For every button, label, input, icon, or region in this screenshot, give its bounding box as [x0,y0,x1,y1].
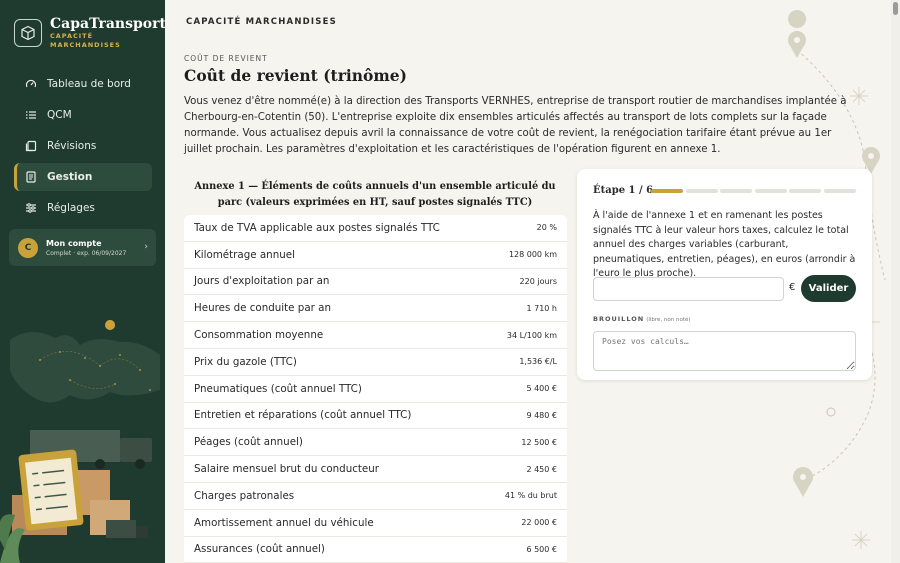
row-label: Charges patronales [194,489,295,502]
step-segment [720,189,752,193]
row-label: Jours d'exploitation par an [194,275,330,288]
row-value: 128 000 km [508,250,557,260]
step-segment [789,189,821,193]
page-title: Coût de revient (trinôme) [184,66,407,85]
row-label: Assurances (coût annuel) [194,543,325,556]
annex-table: Taux de TVA applicable aux postes signal… [184,215,567,563]
main-content: CAPACITÉ MARCHANDISES COÛT DE REVIENT Co… [165,0,900,563]
row-label: Amortissement annuel du véhicule [194,516,374,529]
answer-input[interactable] [593,277,784,301]
box-icon [14,19,42,47]
row-label: Salaire mensuel brut du conducteur [194,463,380,476]
section-label: COÛT DE REVIENT [184,54,268,63]
row-value: 220 jours [519,276,557,286]
topbar-title: CAPACITÉ MARCHANDISES [186,17,337,27]
table-row: Consommation moyenne 34 L/100 km [184,322,567,349]
annex-title: Annexe 1 — Éléments de coûts annuels d'u… [194,181,556,208]
brand-name: CapaTransport [50,16,165,32]
sliders-icon [24,201,38,215]
step-label: Étape 1 / 6 [593,185,654,196]
row-value: 12 500 € [521,437,557,447]
row-value: 5 400 € [526,384,557,394]
document-icon [24,170,38,184]
brand-sub-2: MARCHANDISES [50,41,121,49]
row-label: Pneumatiques (coût annuel TTC) [194,382,362,395]
scrollbar[interactable] [891,0,900,563]
row-label: Prix du gazole (TTC) [194,355,297,368]
validate-button[interactable]: Valider [801,275,856,302]
step-segment [685,189,718,193]
row-value: 22 000 € [521,518,557,528]
draft-title: BROUILLON [593,315,645,323]
account-name: Mon compte [46,238,102,248]
account-card[interactable]: C Mon compte Complet · exp. 06/09/2027 › [9,229,156,266]
table-row: Amortissement annuel du véhicule 22 000 € [184,510,567,537]
row-value: 1,536 €/L [519,357,557,367]
brand-sub-1: CAPACITÉ [50,32,94,40]
row-value: 20 % [536,223,557,233]
currency-label: € [789,282,796,293]
row-label: Consommation moyenne [194,329,324,342]
sidebar-item-tableau-de-bord[interactable]: Tableau de bord [14,70,152,98]
table-row: Entretien et réparations (coût annuel TT… [184,403,567,430]
sidebar-item-label: Réglages [47,202,95,214]
sidebar-item-gestion[interactable]: Gestion [14,163,152,191]
row-label: Péages (coût annuel) [194,436,303,449]
step-segment [754,189,787,193]
row-value: 6 500 € [526,544,557,554]
sidebar-item-reglages[interactable]: Réglages [14,194,152,222]
row-value: 34 L/100 km [506,330,557,340]
table-row: Péages (coût annuel) 12 500 € [184,429,567,457]
table-row: Salaire mensuel brut du conducteur 2 450 … [184,456,567,483]
logistics-illustration [0,320,160,563]
step-segment [823,189,856,193]
step-segment [651,189,683,193]
row-value: 2 450 € [526,464,557,474]
cards-icon [24,139,38,153]
table-row: Assurances (coût annuel) 6 500 € [184,537,567,563]
sidebar-item-label: Révisions [47,140,97,152]
list-icon [24,108,38,122]
row-label: Kilométrage annuel [194,248,295,261]
step-progress [651,189,858,193]
row-value: 41 % du brut [504,491,557,501]
draft-note: (libre, non noté) [646,317,691,323]
table-row: Taux de TVA applicable aux postes signal… [184,215,567,242]
chevron-right-icon: › [144,242,148,252]
sidebar-item-label: QCM [47,109,72,121]
row-value: 1 710 h [526,303,557,313]
row-label: Heures de conduite par an [194,302,331,315]
account-status: Complet · exp. 06/09/2027 [46,249,127,257]
avatar: C [18,237,38,258]
question-panel: Étape 1 / 6 À l'aide de l'annexe 1 et en… [577,169,872,380]
draft-label: BROUILLON (libre, non noté) [593,315,691,323]
gauge-icon [24,77,38,91]
table-row: Prix du gazole (TTC) 1,536 €/L [184,349,567,376]
sidebar-item-qcm[interactable]: QCM [14,101,152,129]
question-text: À l'aide de l'annexe 1 et en ramenant le… [593,210,856,279]
row-label: Taux de TVA applicable aux postes signal… [194,221,440,234]
sidebar-item-label: Gestion [47,171,93,183]
table-row: Pneumatiques (coût annuel TTC) 5 400 € [184,376,567,403]
table-row: Jours d'exploitation par an 220 jours [184,269,567,296]
brand[interactable]: CapaTransport CAPACITÉ MARCHANDISES [14,16,165,50]
draft-textarea[interactable] [593,331,856,371]
sidebar-item-label: Tableau de bord [47,78,131,90]
sidebar: CapaTransport CAPACITÉ MARCHANDISES Tabl… [0,0,165,563]
row-value: 9 480 € [526,410,557,420]
scrollbar-thumb[interactable] [893,2,898,15]
table-row: Kilométrage annuel 128 000 km [184,242,567,269]
sidebar-item-revisions[interactable]: Révisions [14,132,152,160]
sidebar-nav: Tableau de bord QCM Révisions Gestion Ré… [14,70,152,224]
row-label: Entretien et réparations (coût annuel TT… [194,409,412,422]
table-row: Charges patronales 41 % du brut [184,483,567,510]
table-row: Heures de conduite par an 1 710 h [184,295,567,323]
intro-paragraph: Vous venez d'être nommé(e) à la directio… [184,96,847,155]
